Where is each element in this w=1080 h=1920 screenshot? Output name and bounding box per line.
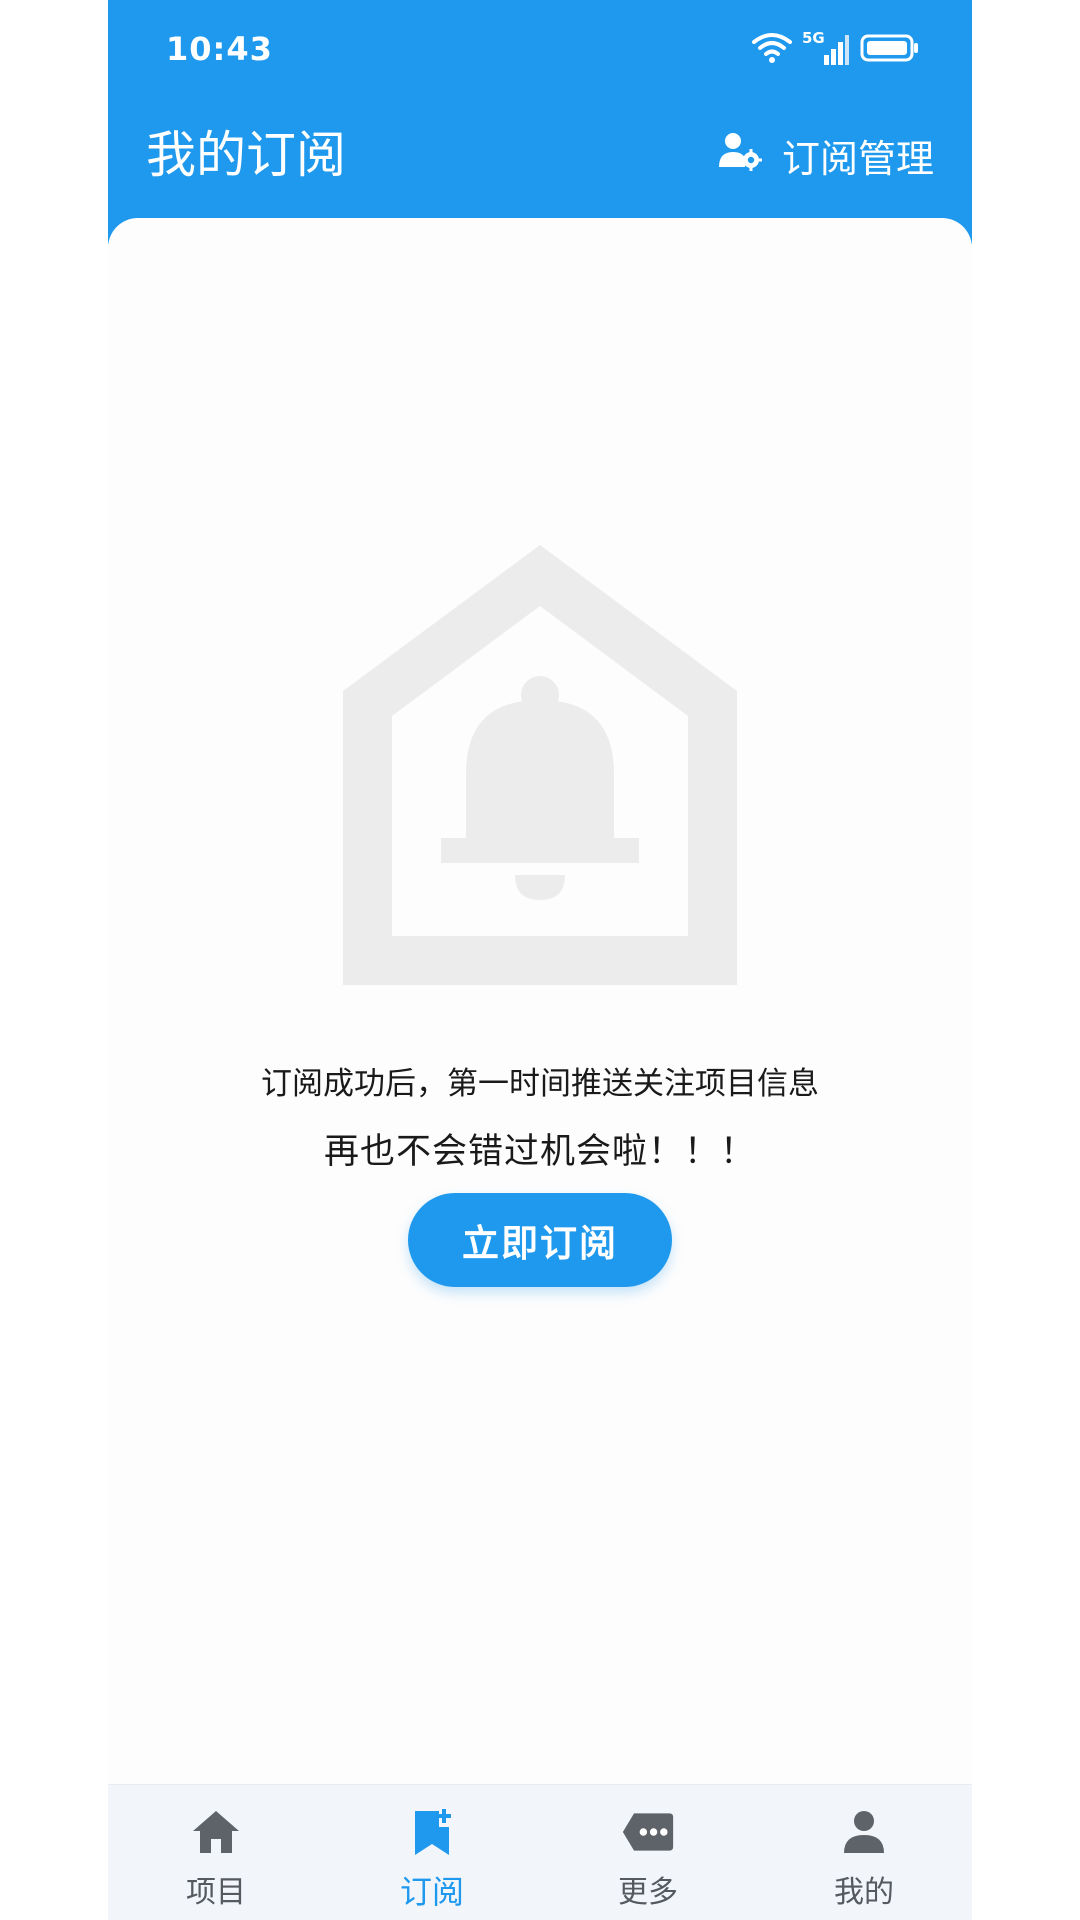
subscription-manage-button[interactable]: 订阅管理 bbox=[718, 128, 934, 183]
content-card: 订阅成功后，第一时间推送关注项目信息 再也不会错过机会啦！！！ 立即订阅 bbox=[108, 218, 972, 1784]
nav-item-more[interactable]: 更多 bbox=[540, 1785, 756, 1920]
bottom-navigation: 项目 订阅 更多 我的 bbox=[108, 1784, 972, 1920]
app-header: 10:43 5G 我的订阅 订阅管理 bbox=[108, 0, 972, 244]
subscribe-now-button[interactable]: 立即订阅 bbox=[408, 1193, 672, 1287]
house-bell-icon bbox=[343, 545, 737, 989]
nav-label-more: 更多 bbox=[618, 1875, 678, 1910]
nav-item-projects[interactable]: 项目 bbox=[108, 1785, 324, 1920]
nav-label-subscriptions: 订阅 bbox=[399, 1873, 464, 1911]
more-tag-icon bbox=[621, 1805, 675, 1859]
home-icon bbox=[189, 1805, 243, 1859]
nav-item-subscriptions[interactable]: 订阅 bbox=[324, 1785, 540, 1920]
person-icon bbox=[837, 1805, 891, 1859]
empty-state-submessage: 再也不会错过机会啦！！！ bbox=[323, 1132, 756, 1172]
nav-label-projects: 项目 bbox=[186, 1875, 246, 1910]
cellular-signal-icon: 5G bbox=[802, 29, 850, 67]
status-icons: 5G bbox=[752, 29, 920, 68]
subscription-manage-label: 订阅管理 bbox=[781, 137, 934, 181]
nav-label-profile: 我的 bbox=[834, 1875, 894, 1910]
app-screen: 10:43 5G 我的订阅 订阅管理 订阅成功后，第一时间推送关注项目信息 再也… bbox=[108, 0, 972, 1920]
page-title: 我的订阅 bbox=[146, 126, 346, 184]
empty-state-message: 订阅成功后，第一时间推送关注项目信息 bbox=[261, 1066, 819, 1102]
bookmark-plus-icon bbox=[405, 1805, 459, 1859]
nav-item-profile[interactable]: 我的 bbox=[756, 1785, 972, 1920]
wifi-icon bbox=[752, 32, 792, 68]
status-time: 10:43 bbox=[166, 30, 273, 68]
user-settings-icon bbox=[718, 131, 762, 180]
battery-icon bbox=[860, 33, 920, 67]
